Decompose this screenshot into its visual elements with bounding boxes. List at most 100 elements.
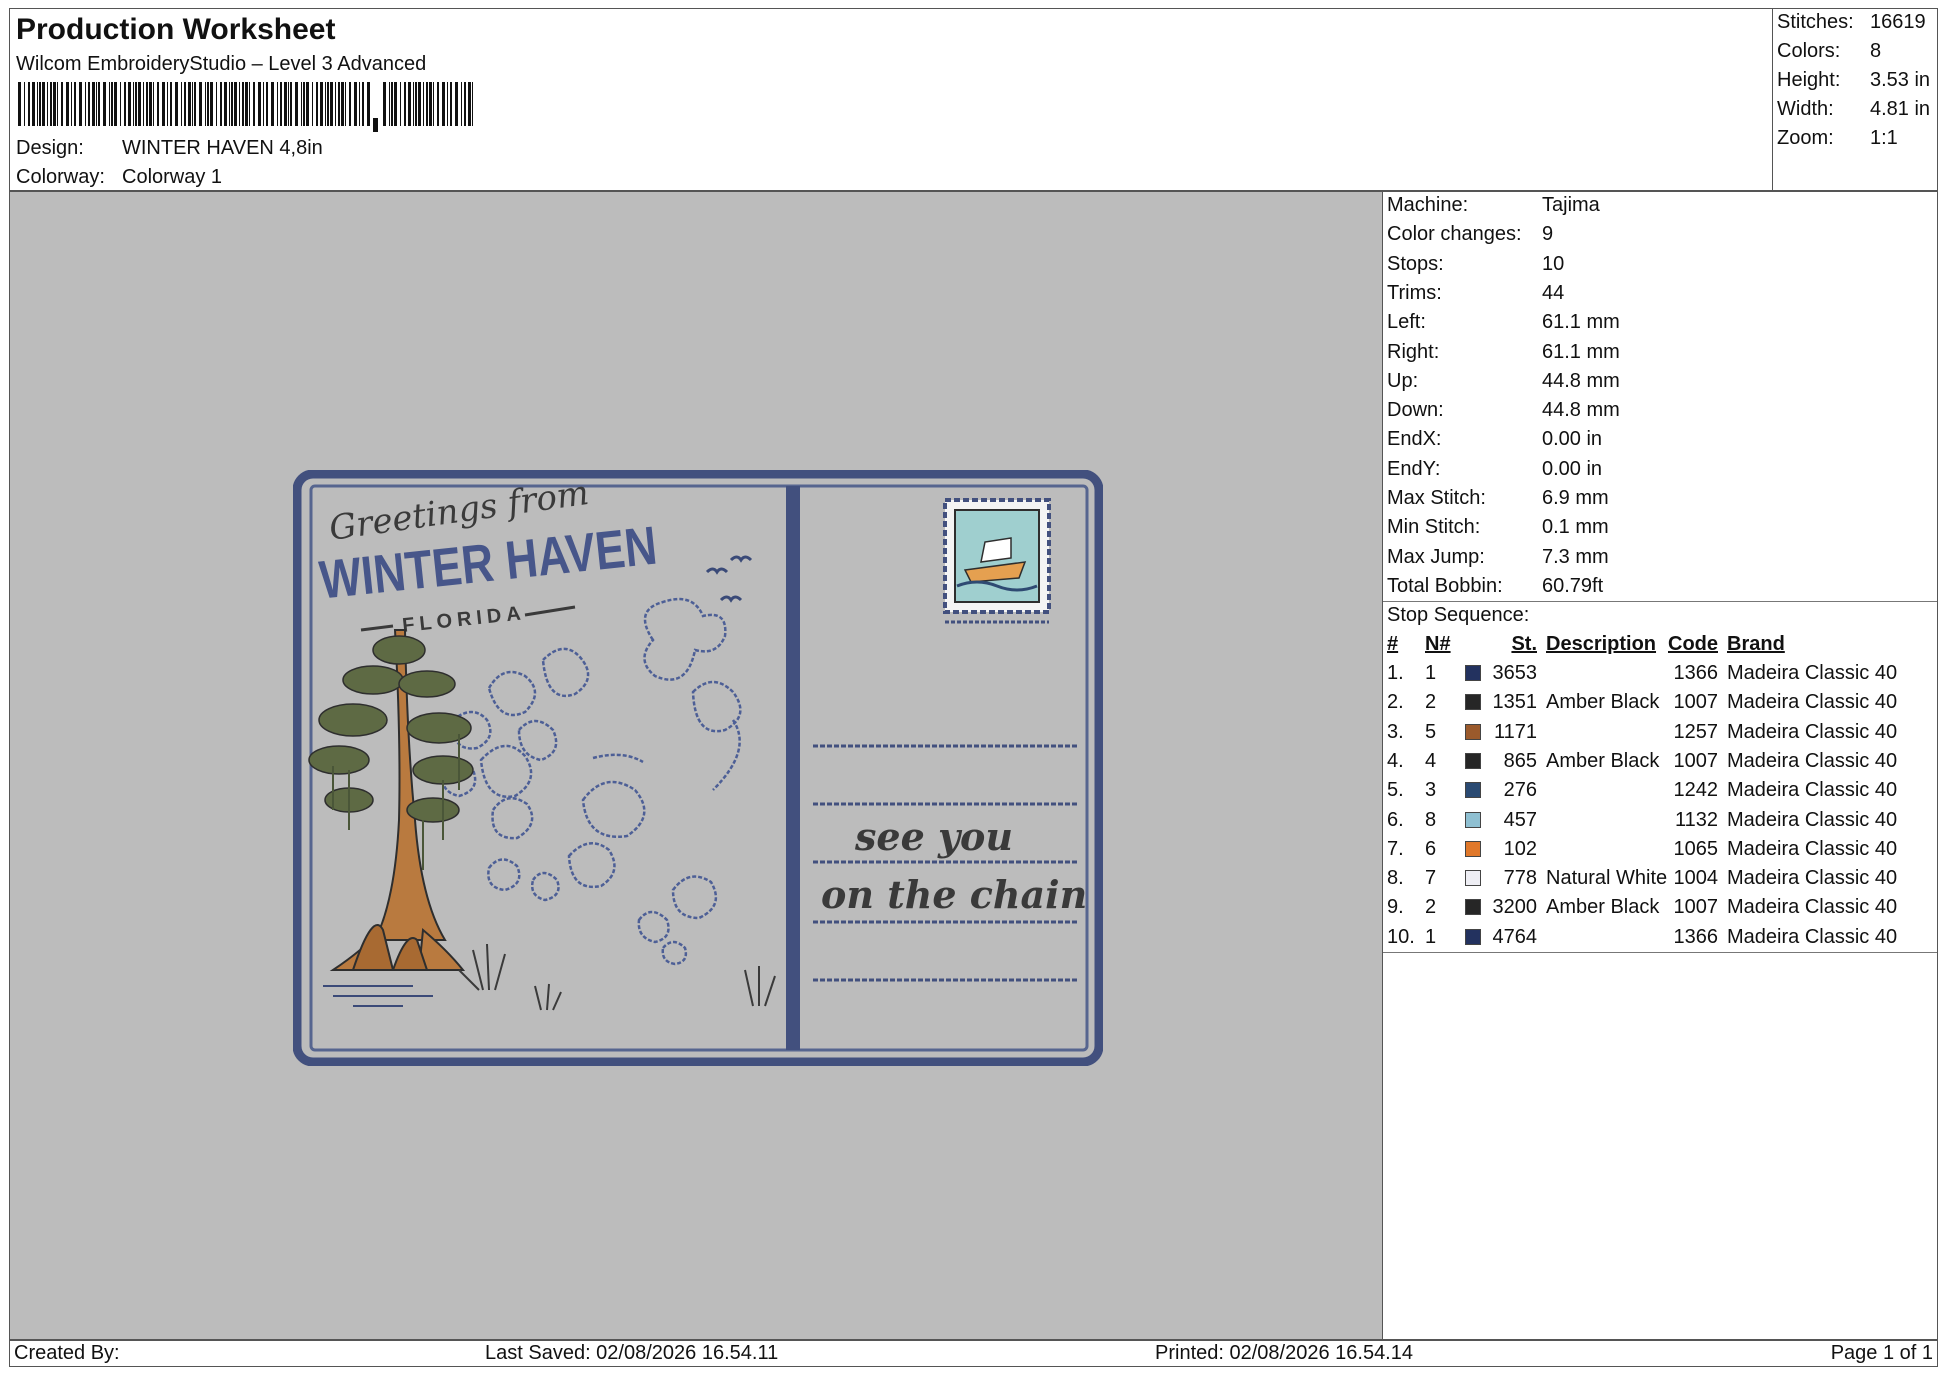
stop-sequence-header: # N# St. Description Code Brand	[1383, 630, 1936, 659]
row-stitches: 3200	[1492, 896, 1538, 919]
colorway-value: Colorway 1	[122, 166, 223, 188]
info-value: 10	[1542, 252, 1565, 275]
row-num: 10.	[1387, 925, 1415, 948]
stop-sequence-row: 7. 6 102 1065 Madeira Classic 40	[1383, 835, 1936, 864]
design-label: Design:	[16, 137, 84, 159]
colorway-label: Colorway:	[16, 166, 105, 188]
stop-sequence-row: 6. 8 457 1132 Madeira Classic 40	[1383, 806, 1936, 835]
info-value: 7.3 mm	[1542, 545, 1609, 568]
info-value: 0.1 mm	[1542, 516, 1609, 539]
design-value: WINTER HAVEN 4,8in	[122, 137, 323, 159]
info-label: Machine:	[1387, 194, 1469, 216]
info-value: 9	[1542, 223, 1554, 246]
row-needle: 2	[1425, 691, 1437, 714]
barcode	[18, 82, 473, 132]
info-value: 44.8 mm	[1542, 399, 1620, 422]
row-brand: Madeira Classic 40	[1727, 691, 1898, 714]
stop-sequence-row: 4. 4 865 Amber Black 1007 Madeira Classic 40	[1383, 747, 1936, 776]
row-code: 1242	[1673, 779, 1719, 802]
machine-info-panel: Machine: Tajima Color changes: 9 Stops: 10 Tri…	[1383, 191, 1938, 1340]
row-brand: Madeira Classic 40	[1727, 808, 1898, 831]
stat-value: 16619	[1870, 11, 1926, 33]
row-stitches: 4764	[1492, 925, 1538, 948]
info-label: Down:	[1387, 399, 1444, 422]
color-swatch	[1465, 665, 1481, 681]
stat-value: 8	[1870, 40, 1882, 62]
stop-sequence-row: 9. 2 3200 Amber Black 1007 Madeira Classic 40	[1383, 893, 1936, 922]
info-label: Min Stitch:	[1387, 516, 1481, 539]
row-num: 8.	[1387, 867, 1404, 890]
col-brand: Brand	[1727, 633, 1785, 655]
row-brand: Madeira Classic 40	[1727, 925, 1898, 948]
row-num: 6.	[1387, 808, 1404, 831]
colorway-row: Colorway: Colorway 1	[16, 164, 222, 190]
stat-stitches: Stitches: 16619	[1777, 9, 1926, 35]
stat-label: Width:	[1777, 98, 1834, 120]
col-stitches: St.	[1511, 633, 1537, 655]
color-swatch	[1465, 723, 1481, 740]
tagline-line-1: see you	[854, 814, 1013, 859]
stop-sequence-row: 8. 7 778 Natural White 1004 Madeira Classic 4…	[1383, 864, 1936, 893]
row-description: Amber Black	[1546, 896, 1660, 919]
color-swatch	[1465, 928, 1481, 945]
stat-label: Colors:	[1777, 40, 1841, 62]
info-row: Down: 44.8 mm	[1387, 397, 1620, 423]
info-value: 44.8 mm	[1542, 369, 1620, 392]
color-swatch	[1465, 870, 1481, 887]
info-value: 6.9 mm	[1542, 487, 1609, 509]
stat-label: Stitches:	[1777, 11, 1854, 33]
row-code: 1366	[1673, 662, 1719, 684]
stat-value: 3.53 in	[1870, 69, 1931, 91]
last-saved: Last Saved: 02/08/2026 16.54.11	[485, 1342, 779, 1364]
stop-sequence-row: 10. 1 4764 1366 Madeira Classic 40	[1383, 923, 1936, 952]
info-row: Stops: 10	[1387, 251, 1564, 277]
row-brand: Madeira Classic 40	[1727, 896, 1898, 919]
stat-label: Height:	[1777, 69, 1841, 91]
info-row: Up: 44.8 mm	[1387, 368, 1620, 394]
info-row: Total Bobbin: 60.79ft	[1387, 573, 1603, 599]
row-brand: Madeira Classic 40	[1727, 779, 1898, 802]
created-by: Created By:	[14, 1342, 120, 1364]
color-swatch	[1465, 782, 1481, 799]
stat-colors: Colors: 8	[1777, 38, 1881, 64]
info-row: EndY: 0.00 in	[1387, 456, 1602, 482]
stat-height: Height: 3.53 in	[1777, 67, 1930, 93]
info-row: Max Jump: 7.3 mm	[1387, 544, 1609, 570]
worksheet-header: Production Worksheet Wilcom EmbroiderySt…	[9, 8, 1772, 191]
row-code: 1065	[1673, 837, 1719, 860]
page-number: Page 1 of 1	[1830, 1342, 1933, 1364]
row-brand: Madeira Classic 40	[1727, 837, 1898, 860]
info-label: EndY:	[1387, 457, 1441, 480]
design-preview-canvas[interactable]: Greetings from WINTER HAVEN FLORIDA see …	[9, 191, 1383, 1340]
row-needle: 5	[1425, 720, 1437, 743]
row-code: 1366	[1673, 925, 1719, 948]
row-brand: Madeira Classic 40	[1727, 749, 1898, 772]
row-code: 1004	[1673, 867, 1719, 890]
col-needle: N#	[1425, 633, 1451, 655]
row-description: Amber Black	[1546, 691, 1660, 714]
stop-sequence-row: 2. 2 1351 Amber Black 1007 Madeira Classic 40	[1383, 688, 1936, 717]
row-code: 1132	[1674, 808, 1718, 831]
row-brand: Madeira Classic 40	[1727, 720, 1898, 743]
col-num: #	[1387, 633, 1399, 655]
info-value: 0.00 in	[1542, 428, 1603, 451]
color-swatch	[1465, 752, 1481, 769]
row-code: 1007	[1673, 749, 1719, 772]
tagline-line-2: on the chain	[821, 872, 1087, 917]
info-label: Max Stitch:	[1387, 487, 1486, 509]
row-stitches: 1171	[1493, 720, 1537, 743]
stop-sequence-row: 1. 1 3653 1366 Madeira Classic 40	[1383, 659, 1936, 688]
info-row: EndX: 0.00 in	[1387, 426, 1602, 452]
info-row: Color changes: 9	[1387, 221, 1553, 247]
embroidery-design-preview: Greetings from WINTER HAVEN FLORIDA see …	[293, 470, 1103, 1066]
info-label: Stops:	[1387, 252, 1444, 275]
stats-panel: Stitches: 16619 Colors: 8 Height: 3.53 in W…	[1772, 8, 1938, 191]
row-num: 5.	[1387, 779, 1404, 802]
row-code: 1007	[1673, 896, 1719, 919]
info-label: Max Jump:	[1387, 545, 1485, 568]
info-label: Trims:	[1387, 281, 1442, 304]
row-needle: 8	[1425, 808, 1437, 831]
stop-sequence-row: 5. 3 276 1242 Madeira Classic 40	[1383, 776, 1936, 805]
row-stitches: 3653	[1492, 662, 1538, 684]
row-stitches: 865	[1503, 749, 1537, 772]
